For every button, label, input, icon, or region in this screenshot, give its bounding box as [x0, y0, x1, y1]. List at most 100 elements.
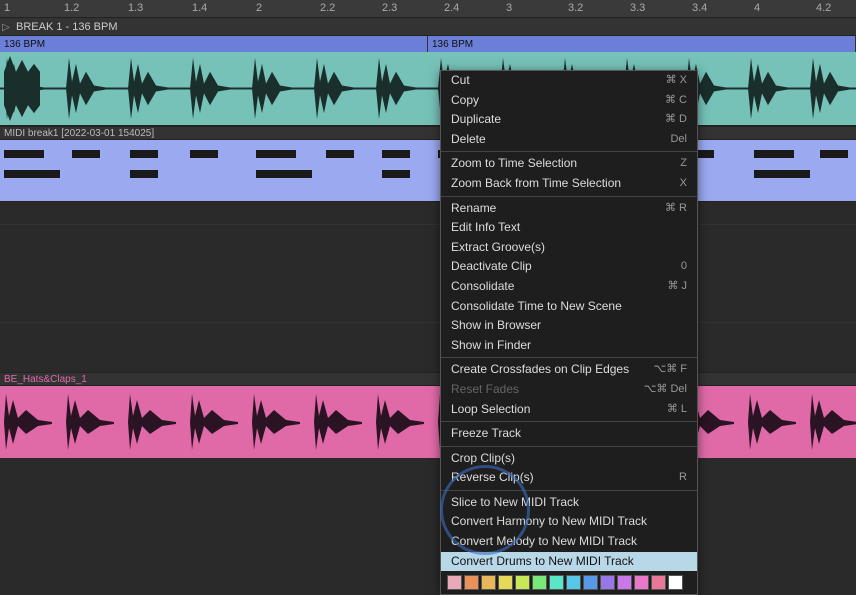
menu-item-label: Slice to New MIDI Track [451, 495, 579, 511]
midi-note[interactable] [4, 170, 60, 178]
midi-note[interactable] [382, 170, 410, 178]
track-clip-header-hats[interactable]: BE_Hats&Claps_1 [0, 372, 856, 386]
menu-item[interactable]: Rename⌘ R [441, 199, 697, 219]
menu-item[interactable]: Loop Selection⌘ L [441, 400, 697, 420]
ruler-tick: 1.2 [64, 2, 79, 14]
midi-note[interactable] [754, 170, 810, 178]
midi-note[interactable] [72, 150, 100, 158]
ruler-tick: 4.2 [816, 2, 831, 14]
menu-separator [441, 446, 697, 447]
color-swatch[interactable] [549, 575, 564, 590]
menu-item[interactable]: Edit Info Text [441, 218, 697, 238]
midi-note[interactable] [382, 150, 410, 158]
ruler-tick: 2.3 [382, 2, 397, 14]
midi-note[interactable] [754, 150, 794, 158]
menu-item[interactable]: Slice to New MIDI Track [441, 493, 697, 513]
color-swatch[interactable] [498, 575, 513, 590]
color-swatch-row [441, 571, 697, 594]
menu-item[interactable]: Cut⌘ X [441, 71, 697, 91]
color-swatch[interactable] [566, 575, 581, 590]
track-clip-header-midi[interactable]: MIDI break1 [2022-03-01 154025] [0, 126, 856, 140]
ruler-tick: 1 [4, 2, 10, 14]
track-audio-clip-1[interactable] [0, 52, 856, 126]
color-swatch[interactable] [481, 575, 496, 590]
color-swatch[interactable] [447, 575, 462, 590]
menu-item-label: Show in Finder [451, 338, 531, 354]
timeline-ruler[interactable]: 11.21.31.422.22.32.433.23.33.444.2 [0, 0, 856, 18]
color-swatch[interactable] [600, 575, 615, 590]
tempo-value: 136 BPM [432, 39, 473, 50]
ruler-tick: 3.2 [568, 2, 583, 14]
menu-item-shortcut: ⌘ J [667, 279, 687, 295]
midi-note[interactable] [256, 170, 312, 178]
menu-item-label: Cut [451, 73, 470, 89]
menu-item[interactable]: Consolidate⌘ J [441, 277, 697, 297]
locator-row[interactable]: ▷ BREAK 1 - 136 BPM [0, 18, 856, 36]
menu-item-shortcut: ⌘ D [665, 112, 687, 128]
menu-item[interactable]: Show in Browser [441, 316, 697, 336]
midi-note[interactable] [4, 150, 44, 158]
menu-separator [441, 357, 697, 358]
color-swatch[interactable] [617, 575, 632, 590]
menu-item-shortcut: R [679, 470, 687, 486]
menu-item[interactable]: Zoom Back from Time Selection X [441, 174, 697, 194]
menu-item[interactable]: Duplicate⌘ D [441, 110, 697, 130]
color-swatch[interactable] [515, 575, 530, 590]
menu-item[interactable]: Convert Melody to New MIDI Track [441, 532, 697, 552]
midi-note[interactable] [190, 150, 218, 158]
menu-separator [441, 490, 697, 491]
menu-item[interactable]: Create Crossfades on Clip Edges⌥⌘ F [441, 360, 697, 380]
menu-item[interactable]: DeleteDel [441, 130, 697, 150]
menu-item[interactable]: Deactivate Clip0 [441, 257, 697, 277]
midi-note[interactable] [130, 170, 158, 178]
menu-item-label: Reverse Clip(s) [451, 470, 534, 486]
menu-item[interactable]: Crop Clip(s) [441, 449, 697, 469]
midi-note[interactable] [820, 150, 848, 158]
empty-track-area[interactable] [0, 202, 856, 372]
ruler-tick: 3.3 [630, 2, 645, 14]
menu-item-label: Crop Clip(s) [451, 451, 515, 467]
midi-note[interactable] [130, 150, 158, 158]
menu-item-label: Create Crossfades on Clip Edges [451, 362, 629, 378]
menu-item-label: Delete [451, 132, 486, 148]
color-swatch[interactable] [651, 575, 666, 590]
tempo-segment-right[interactable]: 136 BPM [428, 36, 856, 52]
midi-note[interactable] [256, 150, 296, 158]
ruler-tick: 2 [256, 2, 262, 14]
menu-item-label: Zoom Back from Time Selection [451, 176, 621, 192]
tempo-row[interactable]: 136 BPM 136 BPM [0, 36, 856, 52]
clip-name-label: MIDI break1 [2022-03-01 154025] [4, 128, 154, 139]
menu-item[interactable]: Freeze Track [441, 424, 697, 444]
menu-separator [441, 421, 697, 422]
waveform-repeat [0, 52, 856, 125]
midi-note[interactable] [326, 150, 354, 158]
color-swatch[interactable] [532, 575, 547, 590]
ruler-tick: 2.2 [320, 2, 335, 14]
menu-item: Reset Fades⌥⌘ Del [441, 380, 697, 400]
color-swatch[interactable] [583, 575, 598, 590]
menu-item[interactable]: Convert Drums to New MIDI Track [441, 552, 697, 572]
menu-item-shortcut: Z [680, 156, 687, 172]
locator-label: BREAK 1 - 136 BPM [16, 21, 118, 33]
color-swatch[interactable] [634, 575, 649, 590]
menu-item-label: Consolidate Time to New Scene [451, 299, 622, 315]
locator-marker-icon: ▷ [2, 22, 12, 32]
menu-item[interactable]: Reverse Clip(s) R [441, 468, 697, 488]
menu-item[interactable]: Extract Groove(s) [441, 238, 697, 258]
menu-item-label: Rename [451, 201, 496, 217]
menu-item-shortcut: X [680, 176, 687, 192]
menu-item[interactable]: Convert Harmony to New MIDI Track [441, 512, 697, 532]
color-swatch[interactable] [668, 575, 683, 590]
menu-item[interactable]: Copy⌘ C [441, 91, 697, 111]
tempo-segment-left[interactable]: 136 BPM [0, 36, 428, 52]
color-swatch[interactable] [464, 575, 479, 590]
menu-item-label: Convert Drums to New MIDI Track [451, 554, 634, 570]
track-audio-clip-3[interactable] [0, 386, 856, 458]
track-midi-clip[interactable] [0, 140, 856, 202]
menu-item[interactable]: Zoom to Time SelectionZ [441, 154, 697, 174]
menu-item-shortcut: 0 [681, 259, 687, 275]
menu-item[interactable]: Consolidate Time to New Scene [441, 297, 697, 317]
menu-item-label: Edit Info Text [451, 220, 520, 236]
ruler-tick: 2.4 [444, 2, 459, 14]
menu-item[interactable]: Show in Finder [441, 336, 697, 356]
